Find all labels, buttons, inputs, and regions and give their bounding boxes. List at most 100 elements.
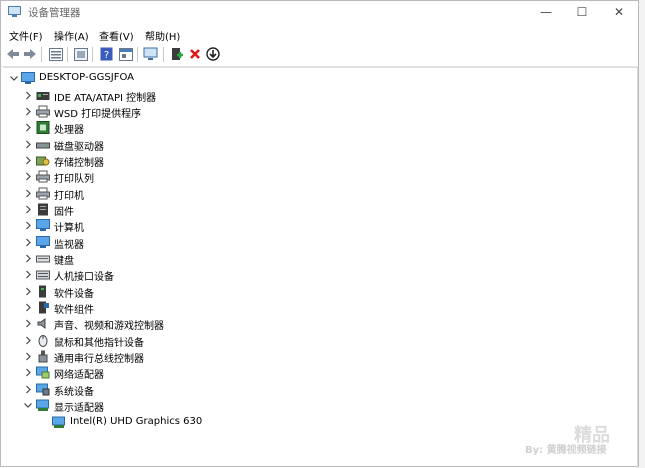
chevron-right-icon[interactable] (23, 204, 33, 215)
root-label: DESKTOP-GGSJFOA (39, 72, 134, 83)
chevron-right-icon[interactable] (23, 318, 33, 329)
svg-text:?: ? (103, 50, 108, 61)
tree-category-label: 存储控制器 (54, 157, 104, 169)
tree-category-row[interactable]: 网络适配器 (3, 365, 637, 381)
chevron-right-icon[interactable] (23, 171, 33, 182)
window-title: 设备管理器 (28, 7, 81, 19)
tree-category-row[interactable]: 磁盘驱动器 (3, 137, 637, 153)
tree-category-row[interactable]: 声音、视频和游戏控制器 (3, 316, 637, 332)
tree-category-label: 打印机 (54, 190, 84, 202)
chevron-down-icon[interactable] (23, 400, 33, 411)
chevron-right-icon[interactable] (23, 188, 33, 199)
tree-category-row[interactable]: 打印机 (3, 186, 637, 202)
tree-category-label: 软件组件 (54, 305, 94, 317)
usb-icon (38, 350, 48, 363)
display-adapter-icon (36, 399, 49, 412)
monitor-icon (36, 235, 50, 248)
tree-category-label: 监视器 (54, 239, 84, 251)
minimize-button[interactable]: — (528, 1, 564, 25)
back-arrow-icon[interactable] (5, 46, 21, 62)
chevron-right-icon[interactable] (23, 220, 33, 231)
chevron-right-icon[interactable] (23, 384, 33, 395)
tree-category-row[interactable]: 通用串行总线控制器 (3, 349, 637, 365)
tree-category-label: 通用串行总线控制器 (54, 354, 144, 366)
software-device-icon (39, 285, 46, 298)
tree-category-row[interactable]: 计算机 (3, 218, 637, 234)
chevron-right-icon[interactable] (23, 122, 33, 133)
chevron-right-icon[interactable] (23, 139, 33, 150)
tree-category-label: 网络适配器 (54, 370, 104, 382)
tree-category-label: 鼠标和其他指针设备 (54, 337, 144, 349)
mouse-icon (38, 334, 48, 347)
help-icon[interactable]: ? (98, 46, 114, 62)
menu-file[interactable]: 文件(F) (9, 28, 43, 43)
tree-device-label: Intel(R) UHD Graphics 630 (70, 415, 203, 427)
properties-grid-icon[interactable] (48, 46, 64, 62)
maximize-button[interactable]: ☐ (564, 1, 600, 25)
tree-category-row[interactable]: IDE ATA/ATAPI 控制器 (3, 88, 637, 104)
tree-category-row[interactable]: 软件设备 (3, 284, 637, 300)
computer-icon (36, 219, 50, 232)
tree-category-row[interactable]: 键盘 (3, 251, 637, 267)
forward-arrow-icon[interactable] (22, 46, 38, 62)
printer-icon (36, 170, 50, 183)
tree-category-label: 声音、视频和游戏控制器 (54, 321, 164, 333)
tree-category-label: IDE ATA/ATAPI 控制器 (54, 92, 157, 104)
close-button[interactable]: ✕ (601, 1, 637, 25)
menu-help[interactable]: 帮助(H) (145, 28, 180, 43)
device-manager-window: 设备管理器 — ☐ ✕ 文件(F) 操作(A) 查看(V) 帮助(H) ? DE… (0, 0, 639, 468)
download-circle-icon[interactable] (205, 46, 221, 62)
menu-view[interactable]: 查看(V) (99, 28, 134, 43)
tree-category-row[interactable]: 显示适配器 (3, 398, 637, 414)
system-device-icon (36, 383, 50, 396)
menu-action[interactable]: 操作(A) (54, 28, 89, 43)
tree-category-label: WSD 打印提供程序 (54, 108, 142, 120)
tree-category-row[interactable]: 固件 (3, 202, 637, 218)
chevron-right-icon[interactable] (23, 237, 33, 248)
chevron-right-icon[interactable] (23, 269, 33, 280)
right-edge (639, 0, 645, 468)
device-tree[interactable]: DESKTOP-GGSJFOA IDE ATA/ATAPI 控制器 WSD 打印提… (3, 67, 638, 468)
chevron-right-icon[interactable] (23, 302, 33, 313)
toolbar: ? (1, 44, 638, 67)
tree-category-row[interactable]: 鼠标和其他指针设备 (3, 333, 637, 349)
chevron-right-icon[interactable] (23, 106, 33, 117)
chevron-right-icon[interactable] (23, 155, 33, 166)
update-driver-icon[interactable] (169, 46, 185, 62)
tree-category-row[interactable]: 监视器 (3, 235, 637, 251)
tree-category-label: 计算机 (54, 223, 84, 235)
chevron-right-icon[interactable] (23, 335, 33, 346)
tree-category-label: 磁盘驱动器 (54, 141, 104, 153)
network-adapter-icon (36, 366, 50, 379)
chevron-down-icon[interactable] (9, 73, 19, 84)
scan-hardware-icon[interactable] (143, 46, 159, 62)
tree-root[interactable]: DESKTOP-GGSJFOA (3, 71, 637, 87)
list-view-icon[interactable] (73, 46, 89, 62)
menu-bar: 文件(F) 操作(A) 查看(V) 帮助(H) (1, 26, 638, 43)
tree-category-row[interactable]: 存储控制器 (3, 153, 637, 169)
chevron-right-icon[interactable] (23, 351, 33, 362)
tree-category-label: 键盘 (54, 256, 74, 267)
tree-category-label: 软件设备 (54, 288, 94, 300)
tree-category-row[interactable]: 人机接口设备 (3, 267, 637, 283)
chevron-right-icon[interactable] (23, 286, 33, 297)
chevron-right-icon[interactable] (23, 90, 33, 101)
view-panel-icon[interactable] (118, 46, 134, 62)
tree-category-row[interactable]: 打印队列 (3, 169, 637, 185)
computer-icon (21, 72, 35, 84)
processor-icon (36, 121, 50, 135)
title-bar[interactable]: 设备管理器 — ☐ ✕ (1, 1, 638, 25)
speaker-icon (37, 318, 46, 330)
tree-category-row[interactable]: 处理器 (3, 120, 637, 136)
tree-device-row[interactable]: Intel(R) UHD Graphics 630 (3, 415, 637, 431)
chevron-right-icon[interactable] (23, 253, 33, 264)
tree-category-row[interactable]: WSD 打印提供程序 (3, 104, 637, 120)
storage-controller-icon (36, 156, 50, 166)
tree-category-row[interactable]: 系统设备 (3, 382, 637, 398)
ide-controller-icon (36, 91, 50, 100)
tree-category-label: 处理器 (54, 125, 84, 137)
uninstall-x-icon[interactable] (187, 46, 203, 62)
tree-category-row[interactable]: 软件组件 (3, 300, 637, 316)
tree-category-label: 显示适配器 (54, 403, 104, 415)
chevron-right-icon[interactable] (23, 367, 33, 378)
